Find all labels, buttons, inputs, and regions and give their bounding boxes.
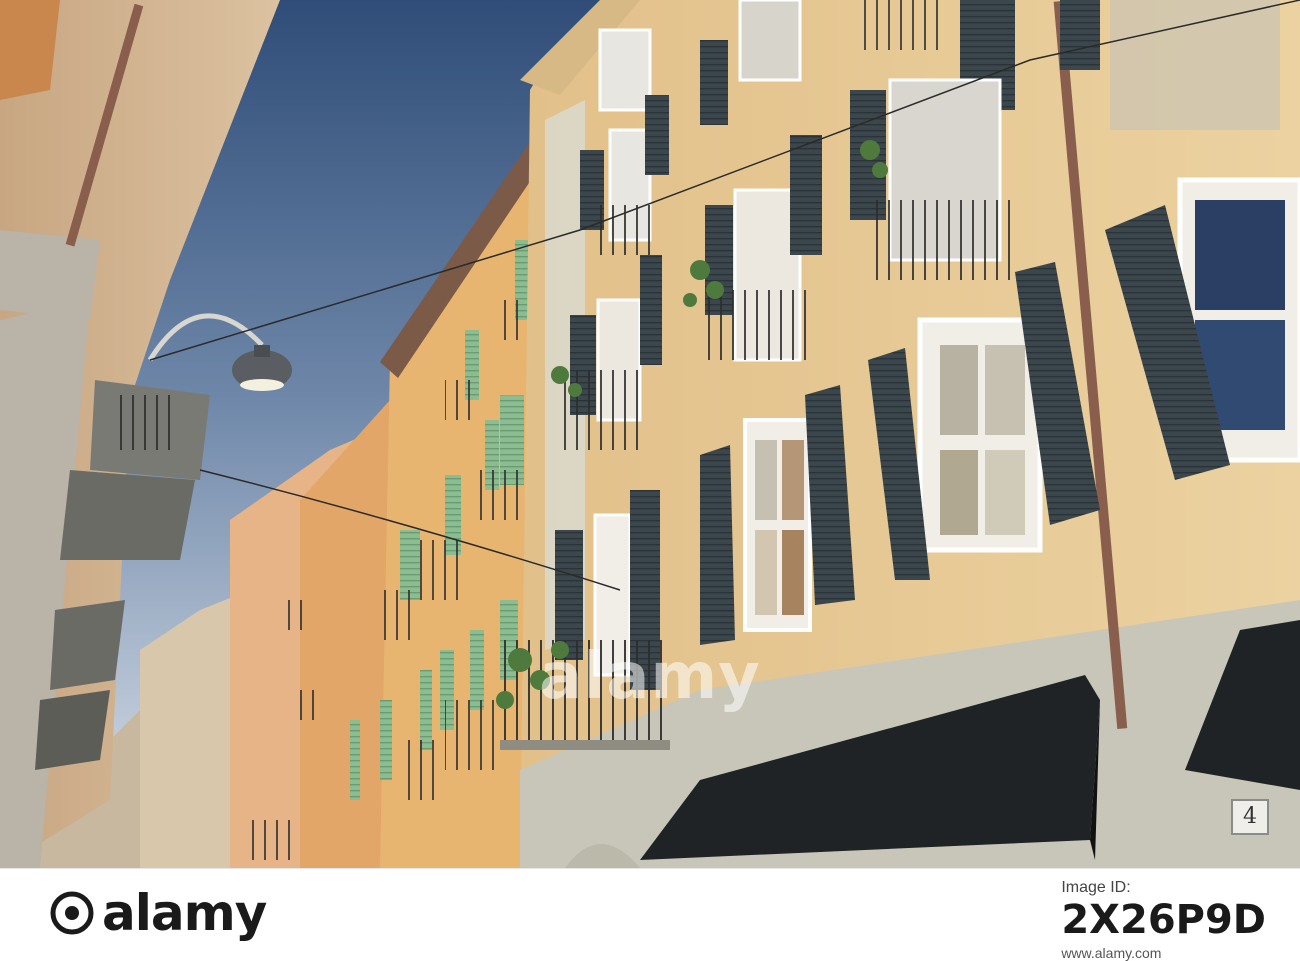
house-number: 4 bbox=[1243, 804, 1257, 829]
street-photo: 4 alamy bbox=[0, 0, 1300, 868]
alamy-logo-icon bbox=[50, 891, 94, 935]
site-link[interactable]: www.alamy.com bbox=[1061, 945, 1266, 961]
main-building bbox=[496, 0, 1300, 868]
image-id-label: Image ID: bbox=[1061, 879, 1131, 896]
brand-name: alamy bbox=[102, 884, 267, 942]
brand-logo[interactable]: alamy bbox=[50, 883, 267, 943]
watermark: alamy bbox=[539, 640, 761, 714]
stock-footer: alamy Image ID: 2X26P9D www.alamy.com bbox=[0, 868, 1300, 961]
image-meta: Image ID: 2X26P9D www.alamy.com bbox=[1061, 879, 1266, 961]
image-id: 2X26P9D bbox=[1061, 897, 1266, 943]
